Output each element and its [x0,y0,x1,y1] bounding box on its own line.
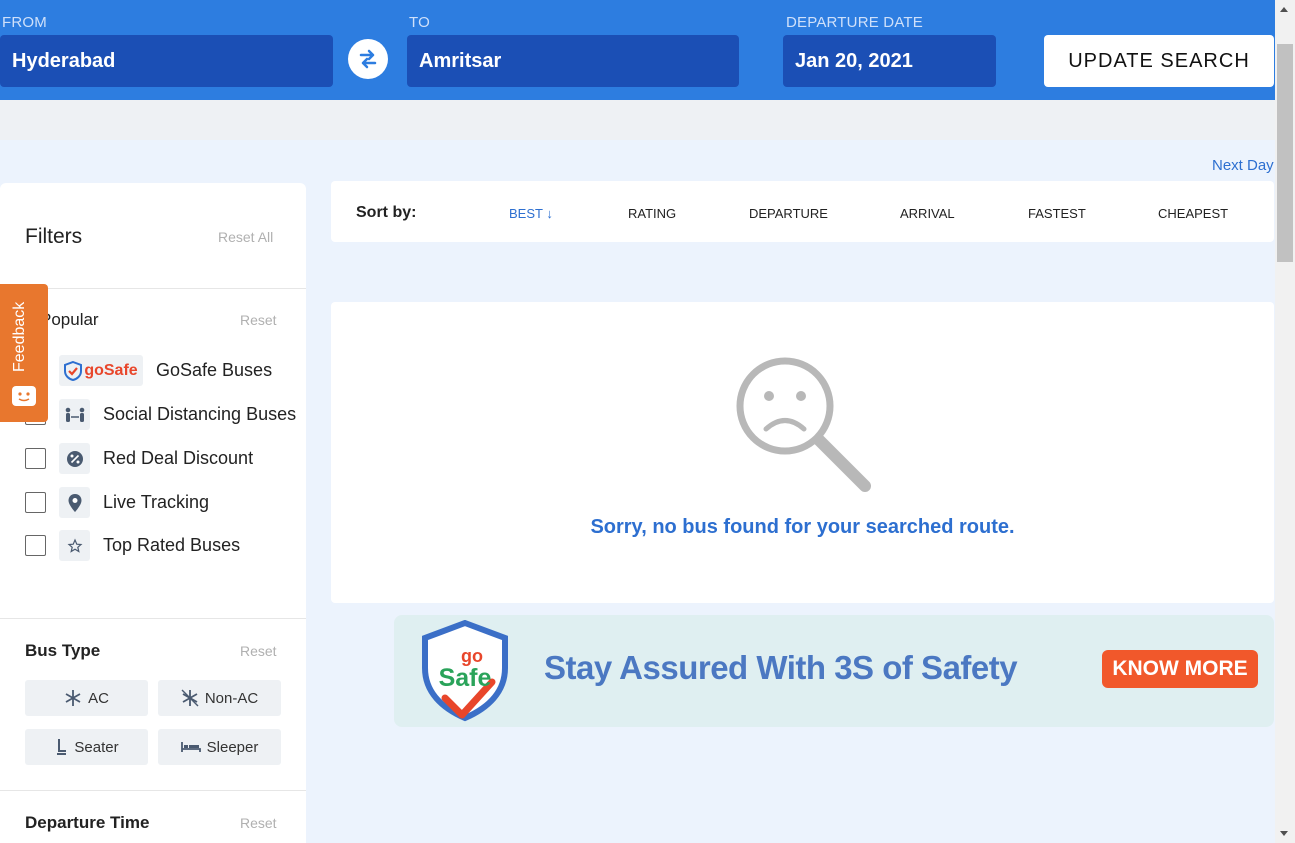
social-distancing-icon [59,399,90,430]
swap-arrows-icon [359,49,377,69]
no-snowflake-icon [181,689,199,707]
bus-type-reset-link[interactable]: Reset [240,643,277,659]
sort-down-arrow-icon: ↓ [546,206,553,221]
sort-by-label: Sort by: [356,204,417,221]
gosafe-banner[interactable]: go Safe Stay Assured With 3S of Safety K… [394,615,1274,727]
sad-magnifier-icon [736,357,871,492]
to-field[interactable]: Amritsar [407,35,739,87]
feedback-tab[interactable]: Feedback [0,284,48,422]
sort-rating-option[interactable]: RATING [628,206,676,221]
sort-arrival-option[interactable]: ARRIVAL [900,206,955,221]
bus-type-label: Seater [74,738,119,756]
location-pin-icon [59,487,90,518]
filter-top-rated[interactable]: Top Rated Buses [25,530,240,561]
filters-title: Filters [25,225,83,248]
scroll-down-arrow-icon[interactable] [1280,831,1288,836]
filter-label: Social Distancing Buses [103,404,297,424]
red-deal-checkbox[interactable] [25,448,46,469]
feedback-label: Feedback [11,301,28,372]
from-label: FROM [2,14,47,31]
snowflake-icon [64,689,82,707]
live-tracking-checkbox[interactable] [25,492,46,513]
filter-label: Live Tracking [103,492,210,512]
reset-all-link[interactable]: Reset All [218,229,273,245]
popular-reset-link[interactable]: Reset [240,312,277,328]
no-results-message: Sorry, no bus found for your searched ro… [590,516,1015,538]
top-rated-checkbox[interactable] [25,535,46,556]
filter-live-tracking[interactable]: Live Tracking [25,487,209,518]
shield-icon [64,360,83,381]
smiley-face-icon [12,386,36,406]
sort-option-label: BEST [509,206,543,221]
filter-label: GoSafe Buses [156,360,273,380]
discount-icon [59,443,90,474]
bed-icon [180,740,201,754]
search-header: FROM Hyderabad TO Amritsar DEPARTURE DAT… [0,0,1275,100]
departure-time-section-title: Departure Time [25,813,150,832]
bus-type-section-title: Bus Type [25,641,101,660]
gosafe-shield-logo: go Safe [422,620,508,722]
to-label: TO [409,14,430,31]
divider [0,618,306,619]
logo-safe-text: Safe [439,664,492,692]
filter-gosafe[interactable]: goSafe GoSafe Buses [25,355,272,386]
swap-button[interactable] [348,39,388,79]
from-field[interactable]: Hyderabad [0,35,333,87]
logo-go-text: go [461,646,483,666]
popular-section-title: Popular [40,310,99,329]
empty-results-card: Sorry, no bus found for your searched ro… [331,302,1274,603]
scrollbar[interactable] [1275,0,1295,843]
sort-bar: Sort by: BEST ↓ RATING DEPARTURE ARRIVAL… [331,181,1274,242]
gosafe-logo-text: goSafe [84,361,138,379]
sort-best-option[interactable]: BEST ↓ [509,206,553,221]
next-day-link[interactable]: Next Day [1212,157,1274,174]
bus-type-label: Sleeper [206,738,259,756]
bus-type-label: AC [88,689,109,707]
departure-date-label: DEPARTURE DATE [786,14,923,31]
banner-headline: Stay Assured With 3S of Safety [544,649,1018,686]
sort-cheapest-option[interactable]: CHEAPEST [1158,206,1228,221]
bus-type-label: Non-AC [204,689,259,707]
scroll-thumb[interactable] [1277,44,1293,262]
know-more-button[interactable]: KNOW MORE [1102,650,1258,688]
bus-type-ac-button[interactable]: AC [25,680,148,716]
scroll-up-arrow-icon[interactable] [1280,7,1288,12]
bus-type-sleeper-button[interactable]: Sleeper [158,729,281,765]
gosafe-logo: goSafe [59,355,143,386]
update-search-button[interactable]: UPDATE SEARCH [1044,35,1274,87]
sort-fastest-option[interactable]: FASTEST [1028,206,1086,221]
bus-type-seater-button[interactable]: Seater [25,729,148,765]
filter-label: Red Deal Discount [103,448,254,468]
sort-departure-option[interactable]: DEPARTURE [749,206,828,221]
departure-time-reset-link[interactable]: Reset [240,815,277,831]
header-spacer [0,100,1275,140]
filter-label: Top Rated Buses [103,535,241,555]
filter-red-deal[interactable]: Red Deal Discount [25,443,253,474]
seat-icon [54,738,68,756]
filter-social-distancing[interactable]: Social Distancing Buses [25,399,296,430]
divider [0,790,306,791]
departure-date-field[interactable]: Jan 20, 2021 [783,35,996,87]
filters-panel: Filters Reset All Popular Reset goSafe G… [0,183,306,843]
star-icon [59,530,90,561]
bus-type-non-ac-button[interactable]: Non-AC [158,680,281,716]
